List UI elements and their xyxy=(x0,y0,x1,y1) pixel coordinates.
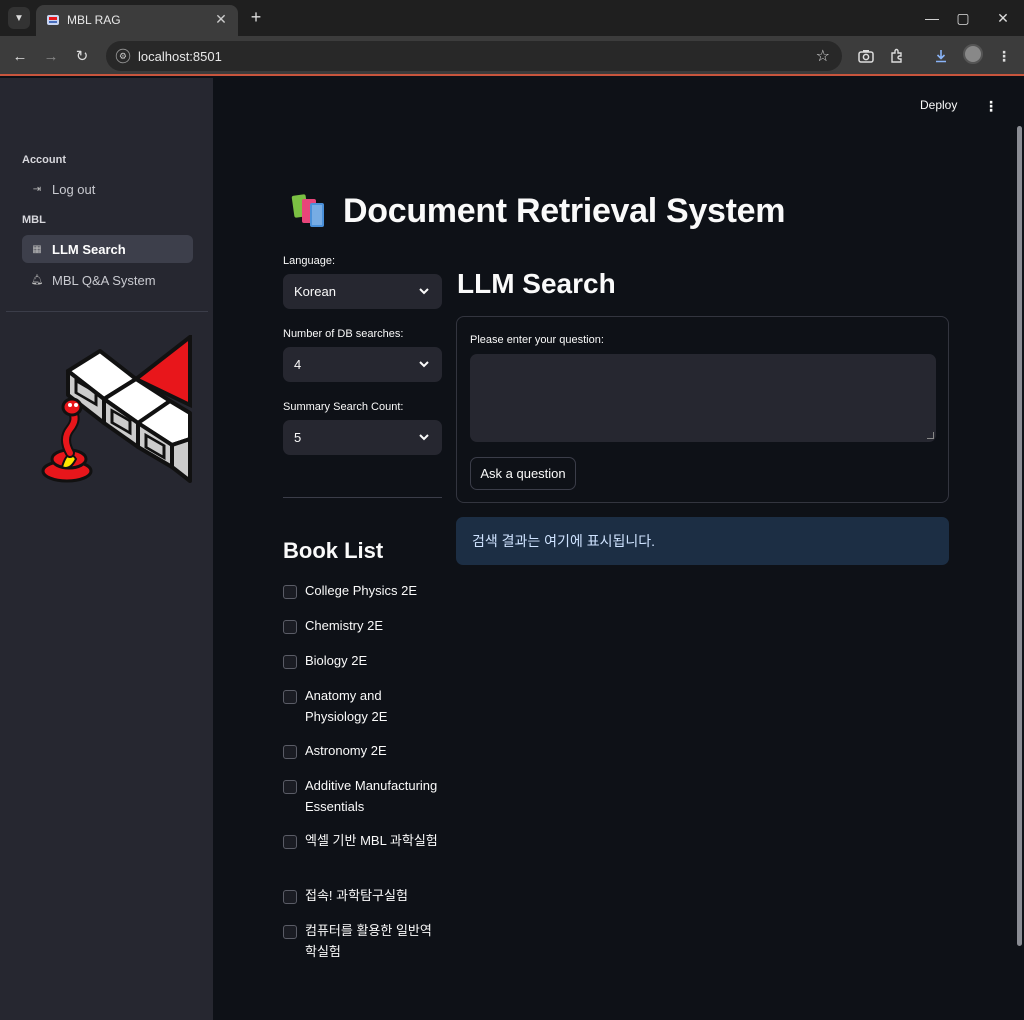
bookmark-star-icon[interactable]: ☆ xyxy=(816,46,830,66)
book-checkbox-item[interactable]: 엑셀 기반 MBL 과학실험 xyxy=(283,832,443,851)
question-input[interactable] xyxy=(470,354,936,442)
bell-icon: 🔔︎ xyxy=(30,274,44,286)
summary-count-label: Summary Search Count: xyxy=(283,401,404,413)
book-checkbox-item[interactable]: Additive Manufacturing Essentials xyxy=(283,777,443,817)
book-checkbox-item[interactable]: Chemistry 2E xyxy=(283,617,443,636)
app-menu-icon[interactable]: ⋮ xyxy=(983,96,999,116)
result-info-box: 검색 결과는 여기에 표시됩니다. xyxy=(456,517,949,565)
book-label: Astronomy 2E xyxy=(305,743,387,758)
tab-title: MBL RAG xyxy=(67,13,121,27)
camera-icon[interactable] xyxy=(854,44,878,68)
page-heading: Document Retrieval System xyxy=(343,191,786,230)
books-icon xyxy=(291,194,324,227)
checkbox[interactable] xyxy=(283,780,297,794)
checkbox[interactable] xyxy=(283,745,297,759)
book-label: Chemistry 2E xyxy=(305,618,384,633)
close-window-icon[interactable]: ✕ xyxy=(988,6,1018,30)
book-label: 컴퓨터를 활용한 일반역학실험 xyxy=(305,923,432,959)
book-checkbox-item[interactable]: Astronomy 2E xyxy=(283,742,443,761)
sidebar-divider xyxy=(6,311,208,312)
mbl-section-label: MBL xyxy=(22,214,46,226)
forward-arrow-icon[interactable]: → xyxy=(39,44,63,68)
minimize-icon[interactable]: — xyxy=(917,6,947,30)
logout-link[interactable]: ⇥ Log out xyxy=(22,175,193,203)
sidebar-item-llm-search[interactable]: ▦ LLM Search xyxy=(22,235,193,263)
page-title: Document Retrieval System xyxy=(290,191,786,231)
db-searches-select[interactable]: 4 xyxy=(283,347,442,382)
book-checkbox-item[interactable]: 컴퓨터를 활용한 일반역학실험 xyxy=(283,922,443,962)
back-arrow-icon[interactable]: ← xyxy=(8,44,32,68)
book-label: Biology 2E xyxy=(305,653,368,668)
mbl-logo-image xyxy=(41,335,192,483)
llm-search-heading: LLM Search xyxy=(457,268,616,299)
checkbox[interactable] xyxy=(283,690,297,704)
extensions-puzzle-icon[interactable] xyxy=(885,44,909,68)
summary-count-value: 5 xyxy=(294,430,302,445)
checkbox[interactable] xyxy=(283,620,297,634)
sidebar-item-label: MBL Q&A System xyxy=(52,272,156,288)
sidebar-item-mbl-qa[interactable]: 🔔︎ MBL Q&A System xyxy=(22,266,193,294)
resize-handle-icon[interactable] xyxy=(927,432,934,439)
book-checkbox-item[interactable]: 접속! 과학탐구실험 xyxy=(283,887,443,906)
deploy-button[interactable]: Deploy xyxy=(920,98,957,112)
page-scrollbar[interactable] xyxy=(1017,126,1022,946)
chevron-down-icon xyxy=(419,288,429,295)
sidebar-item-label: LLM Search xyxy=(52,241,126,257)
maximize-icon[interactable]: ▢ xyxy=(948,6,978,30)
browser-menu-icon[interactable]: ⋮ xyxy=(992,44,1016,68)
checkbox[interactable] xyxy=(283,890,297,904)
book-label: College Physics 2E xyxy=(305,583,417,598)
streamlit-favicon-icon xyxy=(47,15,59,25)
tab-search-button[interactable]: ▼ xyxy=(8,7,30,29)
checkbox[interactable] xyxy=(283,925,297,939)
book-label: 접속! 과학탐구실험 xyxy=(305,888,408,903)
language-select[interactable]: Korean xyxy=(283,274,442,309)
url-text[interactable]: localhost:8501 xyxy=(138,49,222,64)
book-label: 엑셀 기반 MBL 과학실험 xyxy=(305,833,438,848)
close-tab-icon[interactable]: ✕ xyxy=(212,10,230,28)
book-label: Additive Manufacturing Essentials xyxy=(305,778,438,814)
book-list-heading: Book List xyxy=(283,538,384,563)
logout-icon: ⇥ xyxy=(32,183,42,195)
book-label: Anatomy and Physiology 2E xyxy=(305,688,388,724)
summary-count-select[interactable]: 5 xyxy=(283,420,442,455)
browser-toolbar: ← → ↻ ⚙ localhost:8501 ☆ ⋮ xyxy=(0,36,1024,76)
grid-icon: ▦ xyxy=(32,243,42,255)
browser-tab[interactable]: MBL RAG ✕ xyxy=(36,5,238,36)
address-bar[interactable]: ⚙ localhost:8501 ☆ xyxy=(106,41,842,71)
checkbox[interactable] xyxy=(283,835,297,849)
account-section-label: Account xyxy=(22,154,66,166)
ask-question-button[interactable]: Ask a question xyxy=(470,457,576,490)
site-info-icon[interactable]: ⚙ xyxy=(115,48,131,64)
chevron-down-icon xyxy=(419,361,429,368)
new-tab-button[interactable]: + xyxy=(245,6,267,28)
sidebar: Account ⇥ Log out MBL ▦ LLM Search 🔔︎ MB… xyxy=(0,78,213,1020)
settings-divider xyxy=(283,497,442,498)
chevron-down-icon xyxy=(419,434,429,441)
reload-icon[interactable]: ↻ xyxy=(70,44,94,68)
book-checkbox-item[interactable]: Biology 2E xyxy=(283,652,443,671)
result-placeholder-text: 검색 결과는 여기에 표시됩니다. xyxy=(472,533,655,549)
download-icon[interactable] xyxy=(929,44,953,68)
db-searches-value: 4 xyxy=(294,357,302,372)
browser-window: ▼ MBL RAG ✕ + — ▢ ✕ ← → ↻ ⚙ localhost:85… xyxy=(0,0,1024,1020)
tab-strip: ▼ MBL RAG ✕ + — ▢ ✕ xyxy=(0,0,1024,36)
language-value: Korean xyxy=(294,284,336,299)
book-checkbox-item[interactable]: College Physics 2E xyxy=(283,582,443,601)
language-label: Language: xyxy=(283,255,335,267)
streamlit-app: Account ⇥ Log out MBL ▦ LLM Search 🔔︎ MB… xyxy=(0,78,1024,1020)
checkbox[interactable] xyxy=(283,655,297,669)
question-label: Please enter your question: xyxy=(470,334,604,346)
question-form: Please enter your question: Ask a questi… xyxy=(456,316,949,503)
logout-label: Log out xyxy=(52,181,96,197)
checkbox[interactable] xyxy=(283,585,297,599)
profile-avatar[interactable] xyxy=(963,44,983,64)
db-searches-label: Number of DB searches: xyxy=(283,328,404,340)
book-checkbox-item[interactable]: Anatomy and Physiology 2E xyxy=(283,687,443,727)
